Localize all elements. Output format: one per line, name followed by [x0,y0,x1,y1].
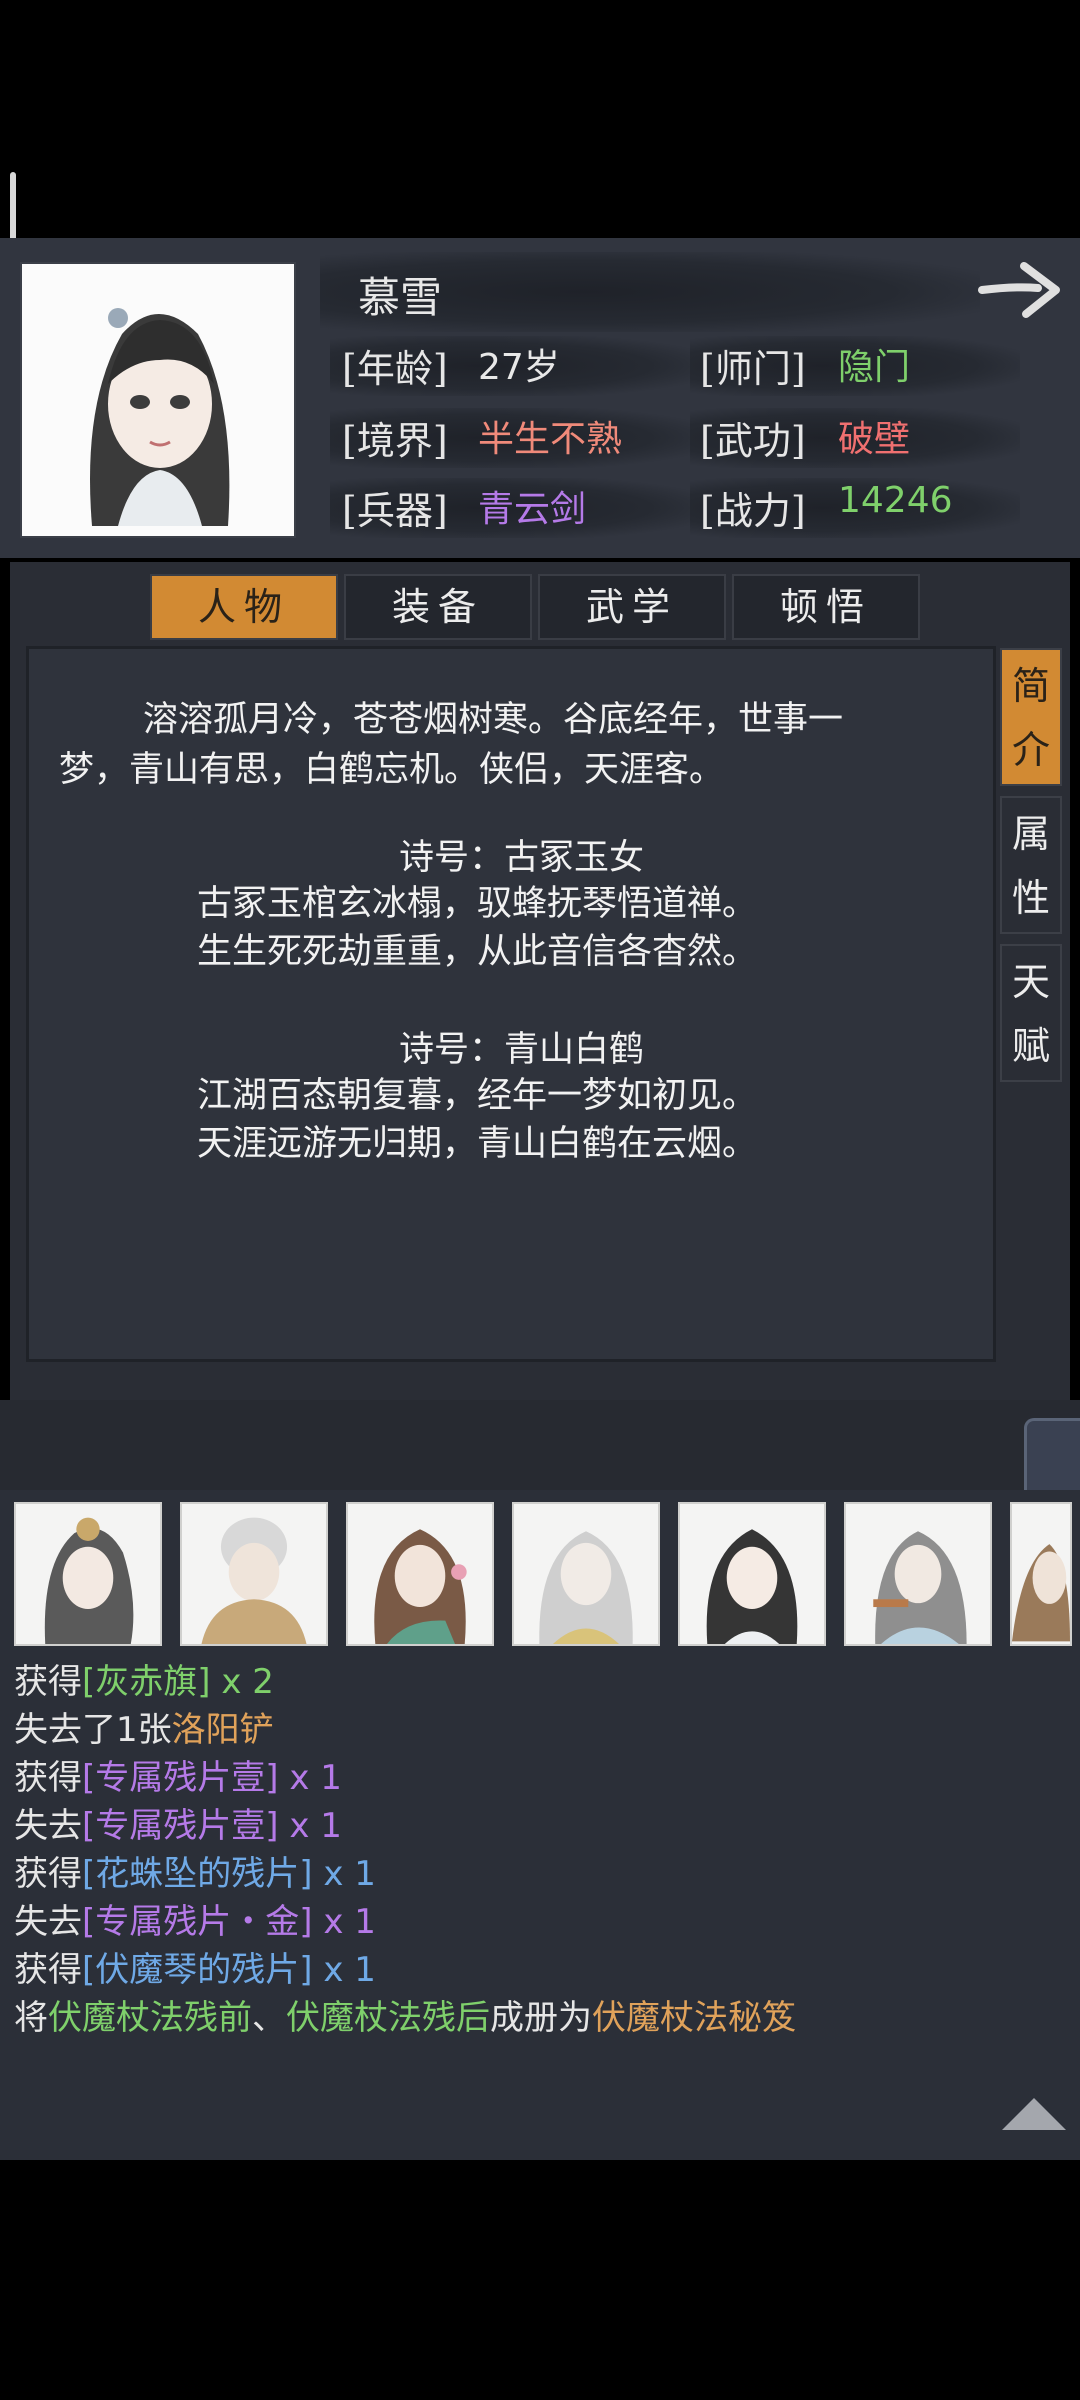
poem1-line2: 生生死死劫重重，从此音信各杳然。 [197,932,758,972]
roster-portrait[interactable] [512,1502,660,1646]
poem1-title: 诗号：古冢玉女 [399,838,645,878]
stat-label-realm: [境界] [342,419,448,463]
poem2-line2: 天涯远游无归期，青山白鹤在云烟。 [197,1124,758,1164]
log-entry-segment: 获得 [14,1950,82,1990]
stat-label-martial: [武功] [700,419,806,463]
log-entry-segment: 、 [252,1998,286,2038]
log-entry: 获得[灰赤旗] x 2 [14,1654,274,1703]
log-entry: 失去了1张洛阳铲 [14,1702,274,1751]
roster-portrait[interactable] [180,1502,328,1646]
poem1-line1: 古冢玉棺玄冰榻，驭蜂抚琴悟道禅。 [197,884,758,924]
side-tab-char: 属 [1011,812,1050,856]
side-tab-attributes[interactable]: 属性 [1000,796,1062,934]
log-entry-segment: 伏魔杖法残前 [48,1998,252,2038]
roster-portrait[interactable] [346,1502,494,1646]
log-entry-segment: [灰赤旗] [82,1662,211,1702]
stat-value-realm: 半生不熟 [478,419,623,460]
log-entry-segment: x 1 [278,1806,342,1846]
log-entry-segment: 伏魔杖法残后 [286,1998,490,2038]
log-entry-segment: x 1 [312,1854,376,1894]
side-tab-char: 赋 [1011,1024,1050,1068]
log-entry-segment: x 2 [210,1662,274,1702]
roster-portrait[interactable] [14,1502,162,1646]
log-entry: 将伏魔杖法残前、伏魔杖法残后成册为伏魔杖法秘笈 [14,1990,796,2039]
log-entry-segment: 获得 [14,1758,82,1798]
character-portrait [20,262,296,538]
side-tab-talent[interactable]: 天赋 [1000,944,1062,1082]
log-entry-segment: 获得 [14,1854,82,1894]
log-entry-segment: 伏魔杖法秘笈 [592,1998,796,2038]
log-entry: 获得[伏魔琴的残片] x 1 [14,1942,376,1991]
log-entry-segment: [伏魔琴的残片] [82,1950,313,1990]
stat-label-weapon: [兵器] [342,489,448,533]
divider-band [0,1400,1080,1490]
log-entry-segment: 获得 [14,1662,82,1702]
log-entry-segment: x 1 [312,1950,376,1990]
log-entry: 获得[专属残片壹] x 1 [14,1750,342,1799]
poem2-line1: 江湖百态朝复暮，经年一梦如初见。 [197,1076,758,1116]
log-entry-segment: [专属残片・金] [82,1902,313,1942]
log-entry-segment: 洛阳铲 [171,1710,274,1750]
side-tab-char: 简 [1011,664,1050,708]
log-entry-segment: 失去 [14,1806,82,1846]
log-entry-segment: 失去 [14,1902,82,1942]
log-entry-segment: 失去了1张 [14,1710,172,1750]
log-entry: 失去[专属残片壹] x 1 [14,1798,342,1847]
story-intro-line2: 梦，青山有思，白鹤忘机。侠侣，天涯客。 [59,750,725,790]
stat-label-power: [战力] [700,489,806,533]
tab-bar: 人物 装备 武学 顿悟 [150,574,930,644]
stat-label-sect: [师门] [700,347,806,391]
stat-label-age: [年龄] [342,347,448,391]
tab-martial-arts[interactable]: 武学 [538,574,726,640]
side-tab-char: 介 [1011,728,1050,772]
log-entry: 获得[花蛛坠的残片] x 1 [14,1846,376,1895]
tab-equipment[interactable]: 装备 [344,574,532,640]
triangle-up-icon[interactable] [1002,2098,1066,2130]
log-entry-segment: [专属残片壹] [82,1758,279,1798]
side-tab-intro[interactable]: 简介 [1000,648,1062,786]
roster-portrait[interactable] [678,1502,826,1646]
tab-enlightenment[interactable]: 顿悟 [732,574,920,640]
stat-value-martial: 破壁 [838,419,911,460]
log-entry-segment: 将 [14,1998,48,2038]
log-entry-segment: [花蛛坠的残片] [82,1854,313,1894]
log-entry-segment: [专属残片壹] [82,1806,279,1846]
roster-portrait[interactable] [1010,1502,1072,1646]
side-tab-char: 性 [1011,876,1050,920]
stat-value-age: 27岁 [478,347,560,388]
log-entry: 失去[专属残片・金] x 1 [14,1894,376,1943]
stat-value-power: 14246 [838,480,953,521]
character-name: 慕雪 [358,273,443,322]
roster-portrait[interactable] [844,1502,992,1646]
log-entry-segment: x 1 [312,1902,376,1942]
story-content: 溶溶孤月冷，苍苍烟树寒。谷底经年，世事一 梦，青山有思，白鹤忘机。侠侣，天涯客。… [26,646,996,1362]
tab-character[interactable]: 人物 [150,574,338,640]
stat-value-weapon: 青云剑 [478,489,587,530]
stat-value-sect: 隐门 [838,347,911,388]
side-tab-char: 天 [1011,960,1050,1004]
log-entry-segment: 成册为 [490,1998,592,2038]
story-intro-line1: 溶溶孤月冷，苍苍烟树寒。谷底经年，世事一 [143,700,844,740]
log-entry-segment: x 1 [278,1758,342,1798]
poem2-title: 诗号：青山白鹤 [399,1030,645,1070]
right-arrow-icon[interactable] [976,256,1066,326]
